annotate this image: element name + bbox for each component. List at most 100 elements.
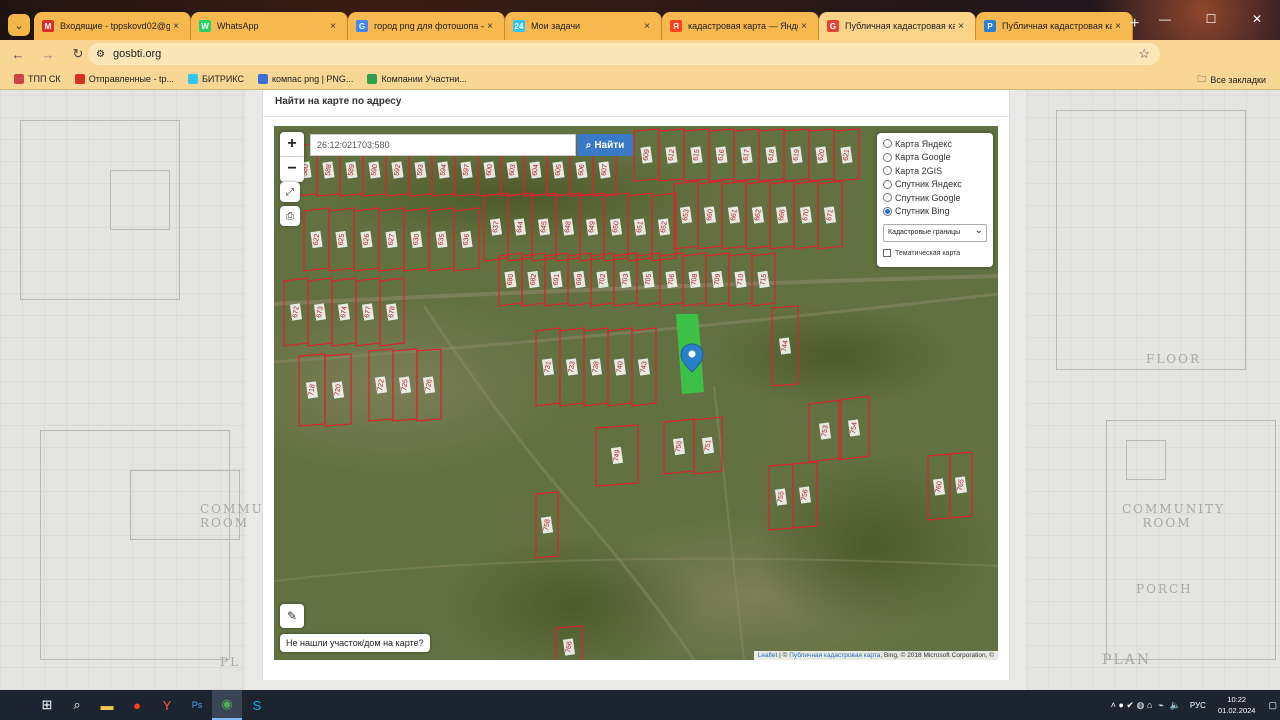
notifications-icon[interactable]: ▢	[1268, 700, 1277, 711]
site-info-icon[interactable]: ⚙	[96, 49, 105, 60]
system-tray: ˄ ● ✔ ◍ ⌂ ⌁ 🔈 РУС 10:22 01.02.2024 ▢	[1108, 690, 1280, 720]
all-bookmarks-button[interactable]: 🗀 Все закладки	[1197, 72, 1266, 88]
bookmark-item[interactable]: ТПП СК	[14, 73, 61, 84]
photoshop-icon[interactable]: Ps	[182, 690, 212, 720]
zoom-out-button[interactable]: −	[280, 157, 304, 182]
map-attribution: Leaflet | © Публичная кадастровая карта,…	[753, 651, 998, 660]
layer-radio[interactable]	[883, 166, 892, 176]
pkk-link[interactable]: Публичная кадастровая карта	[789, 652, 880, 659]
leaflet-link[interactable]: Leaflet	[758, 652, 778, 659]
minimize-icon[interactable]: —	[1142, 12, 1188, 26]
browser-tab-bar: ⌄ MВходящие - tppskovd02@gmai×WWhatsApp×…	[0, 0, 1280, 40]
bookmark-item[interactable]: компас png | PNG...	[257, 73, 353, 84]
cadastral-map[interactable]: 580 588 589 590 592 593 594 597 600 603 604 605 606 6…	[274, 126, 998, 660]
zoom-in-button[interactable]: +	[280, 132, 304, 157]
layer-radio[interactable]	[883, 206, 892, 216]
tab-close-icon[interactable]: ×	[955, 21, 967, 32]
bookmark-item[interactable]: БИТРИКС	[187, 73, 244, 84]
find-button[interactable]: ⌕ Найти	[577, 134, 633, 156]
close-icon[interactable]: ✕	[1234, 12, 1280, 26]
browser-tab[interactable]: W WhatsApp ×	[191, 12, 348, 40]
new-tab-button[interactable]: +	[1130, 15, 1139, 33]
bookmark-item[interactable]: Компании Участни...	[367, 73, 467, 84]
gosbti-icon: G	[827, 20, 839, 32]
layer-option[interactable]: Спутник Google	[883, 191, 987, 205]
start-icon[interactable]: ⊞	[32, 690, 62, 720]
tray-icons[interactable]: ˄ ● ✔ ◍ ⌂	[1111, 700, 1153, 711]
pkk-icon: P	[984, 20, 996, 32]
volume-icon[interactable]: 🔈	[1170, 700, 1181, 711]
browser-tab[interactable]: 24 Мои задачи ×	[505, 12, 662, 40]
forward-icon[interactable]: →	[36, 47, 60, 62]
print-icon[interactable]: ⎙	[280, 206, 300, 226]
bookmark-label: Компании Участни...	[381, 73, 467, 84]
layer-option[interactable]: Спутник Яндекс	[883, 178, 987, 192]
blueprint-text: FLOOR	[1146, 352, 1202, 366]
not-found-button[interactable]: Не нашли участок/дом на карте?	[280, 634, 430, 652]
section-title: Найти на карте по адресу	[275, 96, 402, 107]
skype-icon[interactable]: S	[242, 690, 272, 720]
blueprint-text: COMMUNITY ROOM	[200, 502, 303, 530]
search-icon: ⌕	[585, 139, 592, 151]
tab-close-icon[interactable]: ×	[641, 21, 653, 32]
thematic-checkbox[interactable]	[883, 249, 891, 257]
overlay-select[interactable]: Кадастровые границы	[883, 224, 987, 242]
layer-radio[interactable]	[883, 152, 892, 162]
bookmark-label: ТПП СК	[28, 73, 61, 84]
all-bookmarks-label: Все закладки	[1210, 75, 1266, 85]
layer-radio[interactable]	[883, 179, 892, 189]
layer-switcher: Карта Яндекс Карта Google Карта 2GIS Спутни…	[877, 133, 993, 267]
bookmark-item[interactable]: Отправленные - tp...	[74, 73, 174, 84]
layer-option[interactable]: Карта Google	[883, 151, 987, 165]
layer-option[interactable]: Спутник Bing	[883, 205, 987, 219]
browser-tab[interactable]: M Входящие - tppskovd02@gmai×	[34, 12, 191, 40]
tab-title: Публичная кадастровая карт	[1002, 21, 1112, 31]
bookmark-label: БИТРИКС	[201, 73, 244, 84]
bitrix-icon: 24	[513, 20, 525, 32]
tab-close-icon[interactable]: ×	[1112, 21, 1124, 32]
layer-radio[interactable]	[883, 193, 892, 203]
bookmark-star-icon[interactable]: ☆	[1138, 46, 1150, 62]
language-indicator[interactable]: РУС	[1190, 701, 1206, 710]
browser-tab[interactable]: Якадастровая карта — Яндекс×	[662, 12, 819, 40]
explorer-icon[interactable]: ▬	[92, 690, 122, 720]
layer-option[interactable]: Карта Яндекс	[883, 137, 987, 151]
clock[interactable]: 10:22 01.02.2024	[1218, 694, 1256, 716]
tab-close-icon[interactable]: ×	[327, 21, 339, 32]
bookmarks-bar: ТПП СК Отправленные - tp... БИТРИКС компас …	[0, 68, 1280, 90]
reload-icon[interactable]: ↻	[66, 46, 90, 62]
thematic-map-toggle[interactable]: Тематическая карта	[883, 249, 987, 257]
chrome-icon[interactable]: ◉	[212, 690, 242, 720]
network-icon[interactable]: ⌁	[1158, 700, 1163, 711]
yandex-icon[interactable]: ●	[122, 690, 152, 720]
attribution-text: , Bing, © 2018 Microsoft Corporation, ©	[880, 652, 994, 659]
thematic-label: Тематическая карта	[895, 249, 961, 257]
tab-close-icon[interactable]: ×	[484, 21, 496, 32]
yandex-browser-icon[interactable]: Y	[152, 690, 182, 720]
tab-search-button[interactable]: ⌄	[8, 14, 30, 36]
layer-label: Спутник Google	[895, 192, 961, 203]
bookmark-icon	[257, 73, 268, 84]
search-icon[interactable]: ⌕	[62, 690, 92, 720]
blueprint-text: PL	[220, 655, 241, 669]
bookmark-icon	[367, 73, 378, 84]
tab-close-icon[interactable]: ×	[798, 21, 810, 32]
tab-title: Публичная кадастровая карт	[845, 21, 955, 31]
back-icon[interactable]: ←	[6, 47, 30, 62]
find-button-label: Найти	[594, 139, 625, 151]
browser-tab[interactable]: P Публичная кадастровая карт ×	[976, 12, 1133, 40]
tab-close-icon[interactable]: ×	[170, 21, 182, 32]
fullscreen-icon[interactable]: ⤢	[280, 182, 300, 202]
cadastral-search-input[interactable]: 26:12:021703:580	[310, 134, 576, 156]
maximize-icon[interactable]: ☐	[1188, 12, 1234, 26]
layer-radio[interactable]	[883, 139, 892, 149]
measure-ruler-icon[interactable]: ✎	[280, 604, 304, 628]
blueprint-left: COMMUNITY ROOM PL	[0, 90, 303, 690]
url-field[interactable]: ⚙ gosbti.org ☆	[88, 43, 1160, 65]
browser-tab[interactable]: G Публичная кадастровая карт ×	[819, 12, 976, 40]
zoom-control: + −	[280, 132, 304, 182]
blueprint-text: PLAN	[1102, 652, 1152, 668]
gmail-icon: M	[42, 20, 54, 32]
browser-tab[interactable]: Gгород png для фотошопа – Go×	[348, 12, 505, 40]
layer-option[interactable]: Карта 2GIS	[883, 164, 987, 178]
